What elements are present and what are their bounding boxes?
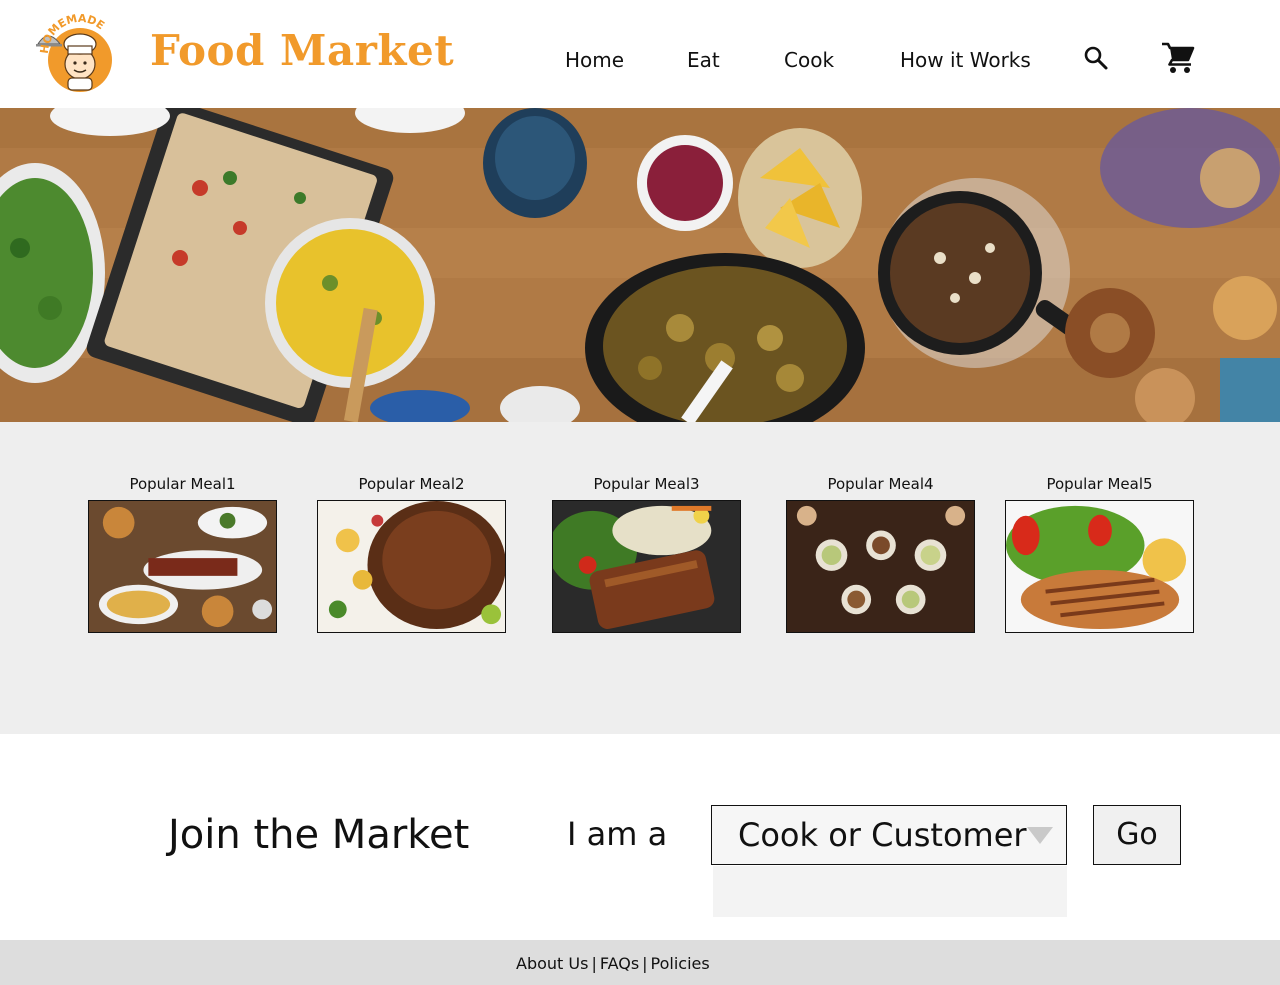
meal-title: Popular Meal3 bbox=[593, 475, 700, 493]
meal-title: Popular Meal4 bbox=[827, 475, 934, 493]
chevron-down-icon bbox=[1027, 827, 1053, 844]
role-select[interactable]: Cook or Customer bbox=[711, 805, 1067, 865]
nav-home[interactable]: Home bbox=[565, 48, 624, 72]
meal-card-3[interactable]: Popular Meal3 bbox=[552, 474, 741, 633]
meal-thumbnail-4[interactable] bbox=[786, 500, 975, 633]
meal-card-5[interactable]: Popular Meal5 bbox=[1005, 474, 1194, 633]
nav-eat[interactable]: Eat bbox=[687, 48, 720, 72]
site-header: HOMEMADE Food Market Home Eat Cook How i… bbox=[0, 0, 1280, 108]
join-title: Join the Market bbox=[168, 812, 470, 858]
search-icon[interactable] bbox=[1083, 45, 1109, 71]
meal-thumbnail-3[interactable] bbox=[552, 500, 741, 633]
footer-policies-link[interactable]: Policies bbox=[651, 954, 710, 973]
site-footer: About Us | FAQs | Policies bbox=[0, 940, 1280, 985]
role-select-value: Cook or Customer bbox=[738, 816, 1027, 854]
meal-title: Popular Meal2 bbox=[358, 475, 465, 493]
footer-faqs-link[interactable]: FAQs bbox=[600, 954, 639, 973]
meal-thumbnail-5[interactable] bbox=[1005, 500, 1194, 633]
popular-meals-section: Popular Meal1 Popular Meal2 Popular Meal… bbox=[0, 422, 1280, 734]
role-select-dropdown bbox=[713, 866, 1067, 917]
nav-how-it-works[interactable]: How it Works bbox=[900, 48, 1031, 72]
go-button[interactable]: Go bbox=[1093, 805, 1181, 865]
meal-thumbnail-2[interactable] bbox=[317, 500, 506, 633]
meal-title: Popular Meal1 bbox=[129, 475, 236, 493]
hero-food-image bbox=[0, 108, 1280, 422]
brand-name[interactable]: Food Market bbox=[150, 26, 454, 75]
meal-title: Popular Meal5 bbox=[1046, 475, 1153, 493]
nav-cook[interactable]: Cook bbox=[784, 48, 834, 72]
cart-icon[interactable] bbox=[1160, 40, 1196, 76]
meal-thumbnail-1[interactable] bbox=[88, 500, 277, 633]
i-am-a-label: I am a bbox=[567, 815, 668, 853]
meal-card-1[interactable]: Popular Meal1 bbox=[88, 474, 277, 633]
footer-separator: | bbox=[642, 954, 648, 973]
homemade-chef-logo[interactable]: HOMEMADE bbox=[34, 10, 126, 92]
footer-about-us-link[interactable]: About Us bbox=[516, 954, 588, 973]
footer-separator: | bbox=[591, 954, 597, 973]
meal-card-2[interactable]: Popular Meal2 bbox=[317, 474, 506, 633]
meal-card-4[interactable]: Popular Meal4 bbox=[786, 474, 975, 633]
